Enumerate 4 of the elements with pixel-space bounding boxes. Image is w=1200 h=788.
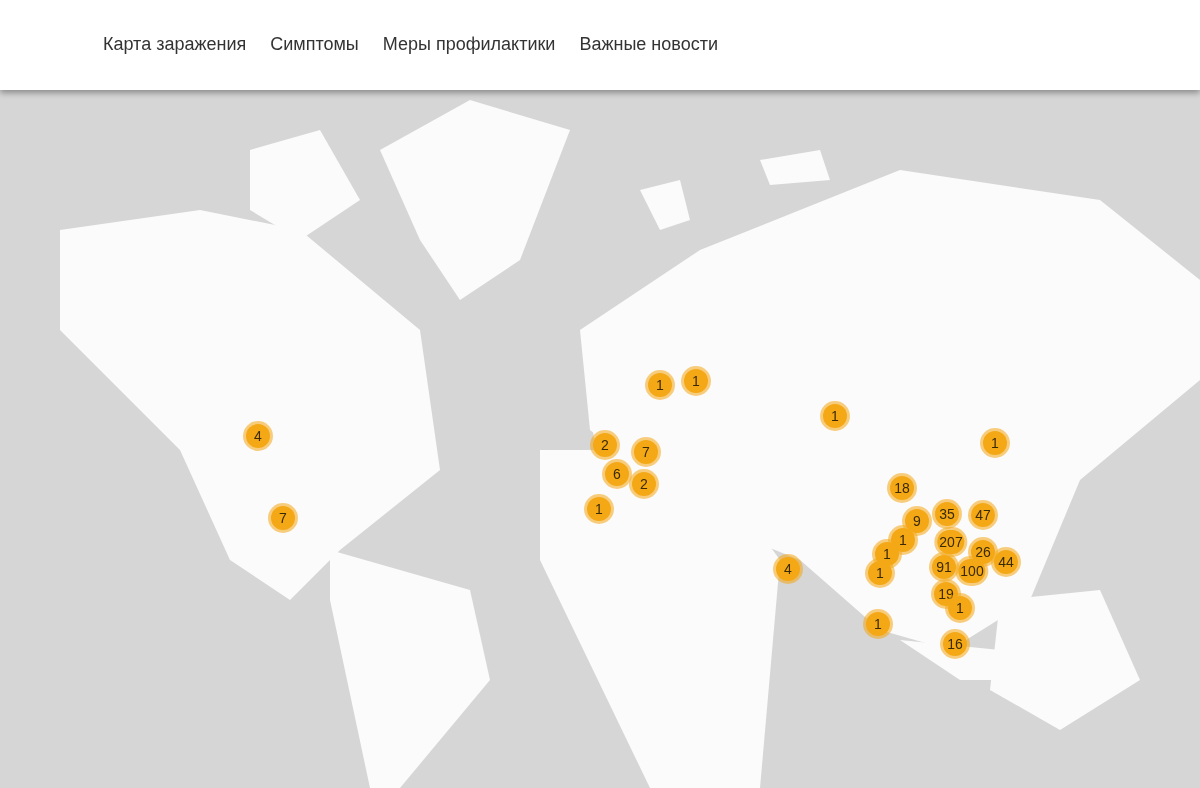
nav-link[interactable]: Меры профилактики [382, 33, 556, 57]
nav-link[interactable]: Важные новости [579, 33, 718, 57]
nav-link[interactable]: Карта заражения [103, 33, 247, 57]
nav-link[interactable]: Симптомы [270, 33, 359, 57]
